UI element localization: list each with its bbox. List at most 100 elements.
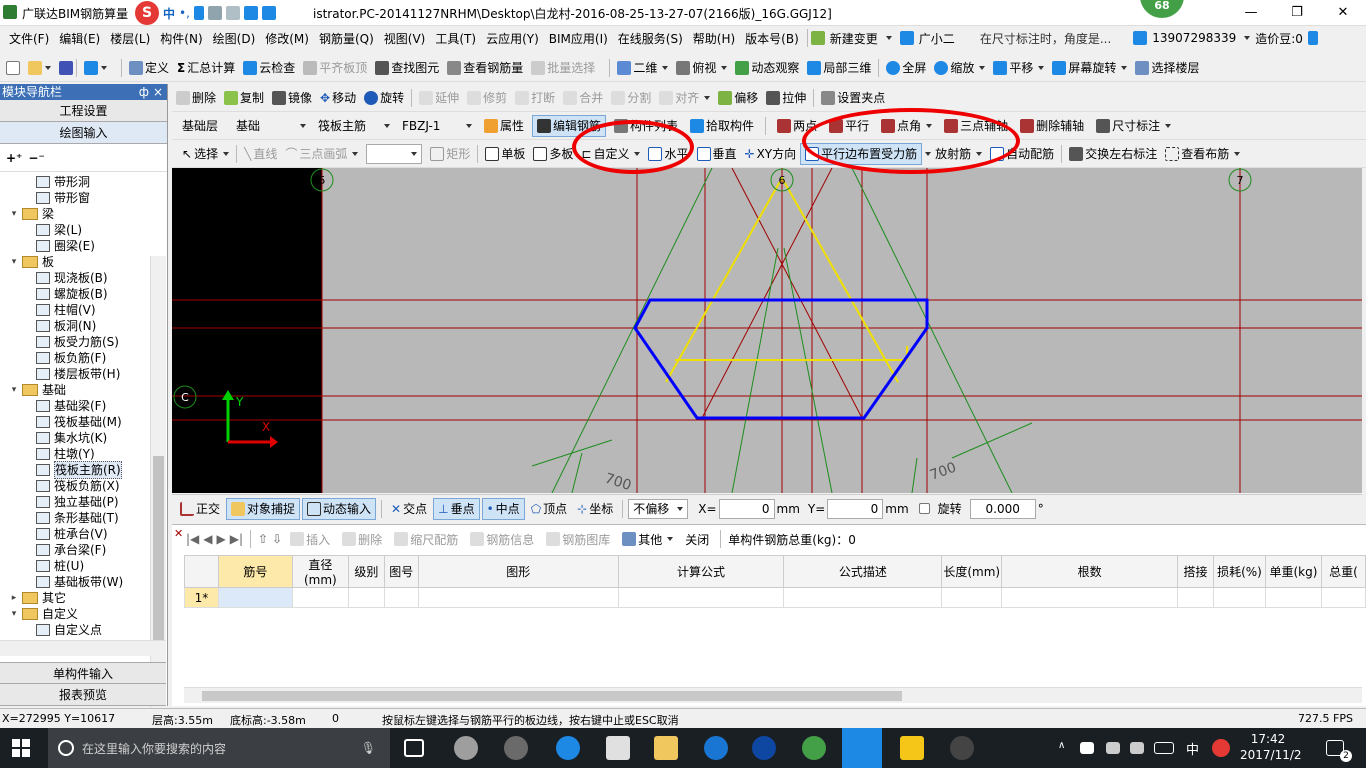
menu-version[interactable]: 版本号(B) bbox=[740, 30, 804, 47]
merge-button[interactable]: 合并 bbox=[559, 86, 607, 110]
menu-bim[interactable]: BIM应用(I) bbox=[544, 30, 613, 47]
align-dropdown[interactable]: 对齐 bbox=[655, 86, 714, 110]
vertex-toggle[interactable]: ⬠ 顶点 bbox=[527, 497, 571, 521]
project-settings-button[interactable]: 工程设置 bbox=[0, 100, 167, 122]
properties-button[interactable]: 属性 bbox=[480, 114, 528, 138]
multi-slab-button[interactable]: 多板 bbox=[529, 142, 577, 166]
ime-punct[interactable]: •, bbox=[179, 6, 190, 20]
new-file-icon[interactable] bbox=[6, 60, 20, 75]
windows-start-icon[interactable] bbox=[12, 739, 30, 757]
keyboard-icon[interactable] bbox=[1154, 742, 1174, 754]
notepad-app-icon[interactable] bbox=[900, 736, 924, 760]
phone-account[interactable]: 13907298339 bbox=[1147, 31, 1241, 45]
other-dropdown[interactable]: 其他 bbox=[618, 527, 677, 551]
tree-item[interactable]: 承台梁(F) bbox=[0, 542, 150, 558]
extend-button[interactable]: 延伸 bbox=[415, 86, 463, 110]
select-floor-button[interactable]: 选择楼层 bbox=[1131, 56, 1203, 80]
close-panel-button[interactable]: 关闭 bbox=[681, 527, 713, 551]
flush-top-button[interactable]: 平齐板顶 bbox=[299, 56, 371, 80]
collapse-arrow-icon[interactable]: ▾ bbox=[8, 606, 20, 622]
menu-rebar-qty[interactable]: 钢筋量(Q) bbox=[314, 30, 379, 47]
tree-item[interactable]: 基础梁(F) bbox=[0, 398, 150, 414]
object-snap-toggle[interactable]: 对象捕捉 bbox=[226, 497, 301, 520]
active-app-icon[interactable] bbox=[842, 728, 882, 768]
wrench-icon[interactable] bbox=[261, 6, 276, 20]
tree-item[interactable]: 带形洞 bbox=[0, 174, 150, 190]
user-icon[interactable] bbox=[225, 6, 240, 20]
floor-select[interactable]: 基础层 bbox=[178, 114, 228, 138]
microphone-icon[interactable] bbox=[193, 6, 204, 20]
menu-view[interactable]: 视图(V) bbox=[379, 30, 431, 47]
battery-icon[interactable] bbox=[1080, 742, 1094, 754]
open-folder-icon[interactable] bbox=[28, 60, 42, 75]
col-formula[interactable]: 计算公式 bbox=[617, 555, 785, 588]
tree-folder[interactable]: ▾ 梁 bbox=[0, 206, 150, 222]
tree-item[interactable]: 自定义点 bbox=[0, 622, 150, 638]
mirror-button[interactable]: 镜像 bbox=[268, 86, 316, 110]
cell-count[interactable] bbox=[1001, 587, 1179, 608]
cell-bar-no[interactable] bbox=[217, 587, 293, 608]
swap-label-button[interactable]: 交换左右标注 bbox=[1065, 142, 1161, 166]
menu-help[interactable]: 帮助(H) bbox=[688, 30, 740, 47]
sogou-logo-icon[interactable]: S bbox=[135, 1, 159, 25]
col-formula-desc[interactable]: 公式描述 bbox=[783, 555, 943, 588]
col-shape-no[interactable]: 图号 bbox=[383, 555, 419, 588]
collapse-arrow-icon[interactable]: ▾ bbox=[8, 382, 20, 398]
tree-item[interactable]: 螺旋板(B) bbox=[0, 286, 150, 302]
move-button[interactable]: ✥ 移动 bbox=[316, 86, 360, 110]
volume-icon[interactable] bbox=[1130, 742, 1144, 754]
delete-button[interactable]: 删除 bbox=[172, 86, 220, 110]
drawing-canvas[interactable]: 5 6 7 C 700 700 Y X bbox=[172, 168, 1362, 493]
close-nav-icon[interactable]: × bbox=[153, 84, 163, 100]
tree-item[interactable]: 楼层板带(H) bbox=[0, 366, 150, 382]
table-hscrollbar[interactable] bbox=[184, 687, 1362, 703]
expand-arrow-icon[interactable]: ▸ bbox=[8, 590, 20, 606]
vertical-button[interactable]: 垂直 bbox=[693, 142, 741, 166]
rotate-input[interactable]: 0.000 bbox=[969, 498, 1036, 519]
tree-folder[interactable]: ▸ 其它 bbox=[0, 590, 150, 606]
next-record-icon[interactable]: ▶ bbox=[217, 532, 226, 546]
stretch-button[interactable]: 拉伸 bbox=[762, 86, 810, 110]
col-loss[interactable]: 损耗(%) bbox=[1213, 555, 1266, 588]
maximize-button[interactable]: ❐ bbox=[1274, 0, 1320, 26]
collapse-all-icon[interactable]: −⁻ bbox=[28, 151, 44, 165]
menu-draw[interactable]: 绘图(D) bbox=[208, 30, 261, 47]
report-preview-button[interactable]: 报表预览 bbox=[0, 684, 166, 706]
tree-item[interactable]: 现浇板(B) bbox=[0, 270, 150, 286]
rect-button[interactable]: 矩形 bbox=[426, 142, 474, 166]
clock[interactable]: 17:42 2017/11/2 bbox=[1240, 731, 1302, 763]
tree-item[interactable]: 筏板基础(M) bbox=[0, 414, 150, 430]
cell-shape[interactable] bbox=[417, 587, 619, 608]
arc-dropdown[interactable]: ⌒ 三点画弧 bbox=[281, 142, 362, 166]
col-total-weight[interactable]: 总重( bbox=[1320, 555, 1366, 588]
pin-icon[interactable]: ф bbox=[139, 84, 149, 100]
find-elem-button[interactable]: 查找图元 bbox=[371, 56, 443, 80]
drawing-svg[interactable]: 5 6 7 C 700 700 Y X bbox=[172, 168, 1362, 493]
undo-icon[interactable] bbox=[84, 60, 98, 75]
first-record-icon[interactable]: |◀ bbox=[186, 532, 199, 546]
tree-item[interactable]: 桩(U) bbox=[0, 558, 150, 574]
dynamic-view-button[interactable]: 动态观察 bbox=[731, 56, 803, 80]
offset-mode-select[interactable]: 不偏移 bbox=[628, 498, 689, 519]
cell-total-weight[interactable] bbox=[1320, 587, 1366, 608]
table-row[interactable]: 1* bbox=[184, 587, 1366, 608]
cell-unit-weight[interactable] bbox=[1264, 587, 1322, 608]
taskbar-search[interactable]: 在这里输入你要搜索的内容 🎙 bbox=[48, 728, 390, 768]
panel-close-icon[interactable]: ✕ bbox=[174, 527, 183, 540]
cell-length[interactable] bbox=[941, 587, 1003, 608]
fullscreen-button[interactable]: 全屏 bbox=[882, 56, 930, 80]
rebar-info-button[interactable]: 钢筋信息 bbox=[466, 527, 538, 551]
tree-item[interactable]: 柱墩(Y) bbox=[0, 446, 150, 462]
col-bar-no[interactable]: 筋号 bbox=[217, 555, 293, 588]
single-input-button[interactable]: 单构件输入 bbox=[0, 662, 166, 684]
save-icon[interactable] bbox=[59, 60, 73, 75]
col-length[interactable]: 长度(mm) bbox=[941, 555, 1003, 588]
drawing-input-button[interactable]: 绘图输入 bbox=[0, 122, 167, 144]
menu-cloud[interactable]: 云应用(Y) bbox=[481, 30, 544, 47]
col-shape[interactable]: 图形 bbox=[417, 555, 619, 588]
tree-folder[interactable]: ▾ 自定义 bbox=[0, 606, 150, 622]
collapse-arrow-icon[interactable]: ▾ bbox=[8, 254, 20, 270]
zoom-dropdown[interactable]: 缩放 bbox=[930, 56, 989, 80]
copy-button[interactable]: 复制 bbox=[220, 86, 268, 110]
move-down-icon[interactable]: ⇩ bbox=[272, 532, 282, 546]
